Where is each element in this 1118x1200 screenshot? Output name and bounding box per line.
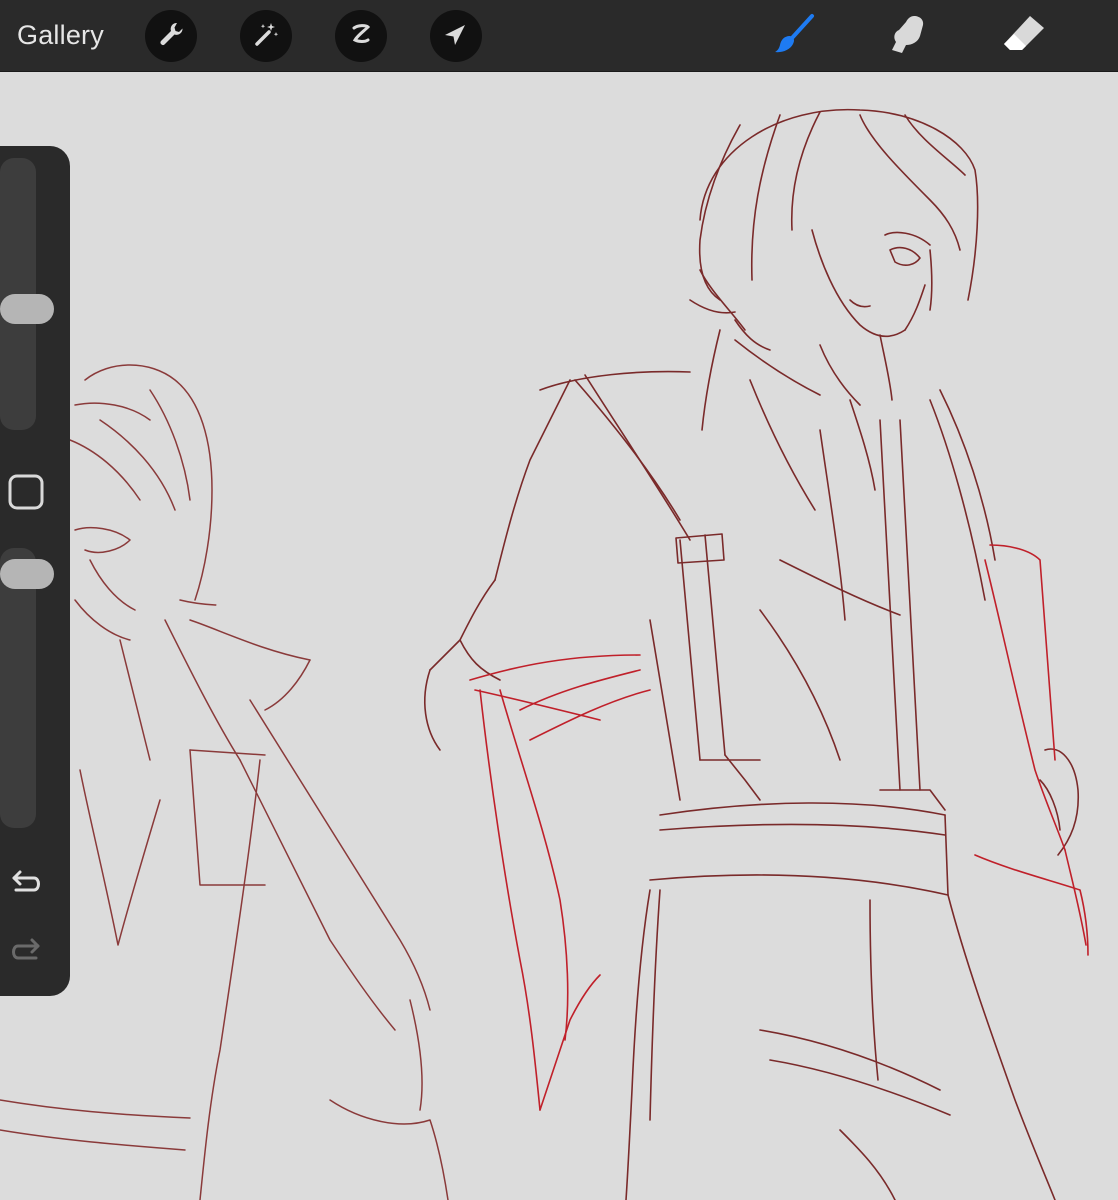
eraser-tool-button[interactable]	[998, 10, 1050, 62]
side-toolbar	[0, 146, 70, 996]
sketch-artwork	[0, 108, 1089, 1200]
redo-icon	[8, 932, 44, 973]
brush-size-slider-thumb[interactable]	[0, 294, 54, 324]
brush-icon	[772, 12, 816, 61]
drawing-canvas[interactable]	[0, 72, 1118, 1200]
magic-wand-icon	[251, 19, 281, 54]
brush-size-slider[interactable]	[0, 158, 54, 430]
smudge-tool-button[interactable]	[880, 10, 932, 62]
brush-tool-button[interactable]	[768, 10, 820, 62]
adjustments-button[interactable]	[240, 10, 292, 62]
undo-icon	[8, 864, 44, 905]
actions-button[interactable]	[145, 10, 197, 62]
opacity-slider[interactable]	[0, 548, 54, 828]
modify-button[interactable]	[8, 474, 44, 515]
top-toolbar: Gallery	[0, 0, 1118, 72]
smudge-finger-icon	[884, 12, 928, 61]
right-figure-sketch	[424, 108, 1080, 1200]
wrench-icon	[156, 19, 186, 54]
red-sketch-lines	[469, 544, 1089, 1111]
selection-button[interactable]	[335, 10, 387, 62]
transform-button[interactable]	[430, 10, 482, 62]
gallery-button[interactable]: Gallery	[17, 18, 104, 52]
square-icon	[8, 474, 44, 515]
redo-button[interactable]	[6, 932, 46, 972]
selection-s-icon	[346, 19, 376, 54]
arrow-cursor-icon	[441, 19, 471, 54]
procreate-app: Gallery	[0, 0, 1118, 1200]
eraser-icon	[1000, 12, 1048, 61]
undo-button[interactable]	[6, 864, 46, 904]
opacity-slider-thumb[interactable]	[0, 559, 54, 589]
